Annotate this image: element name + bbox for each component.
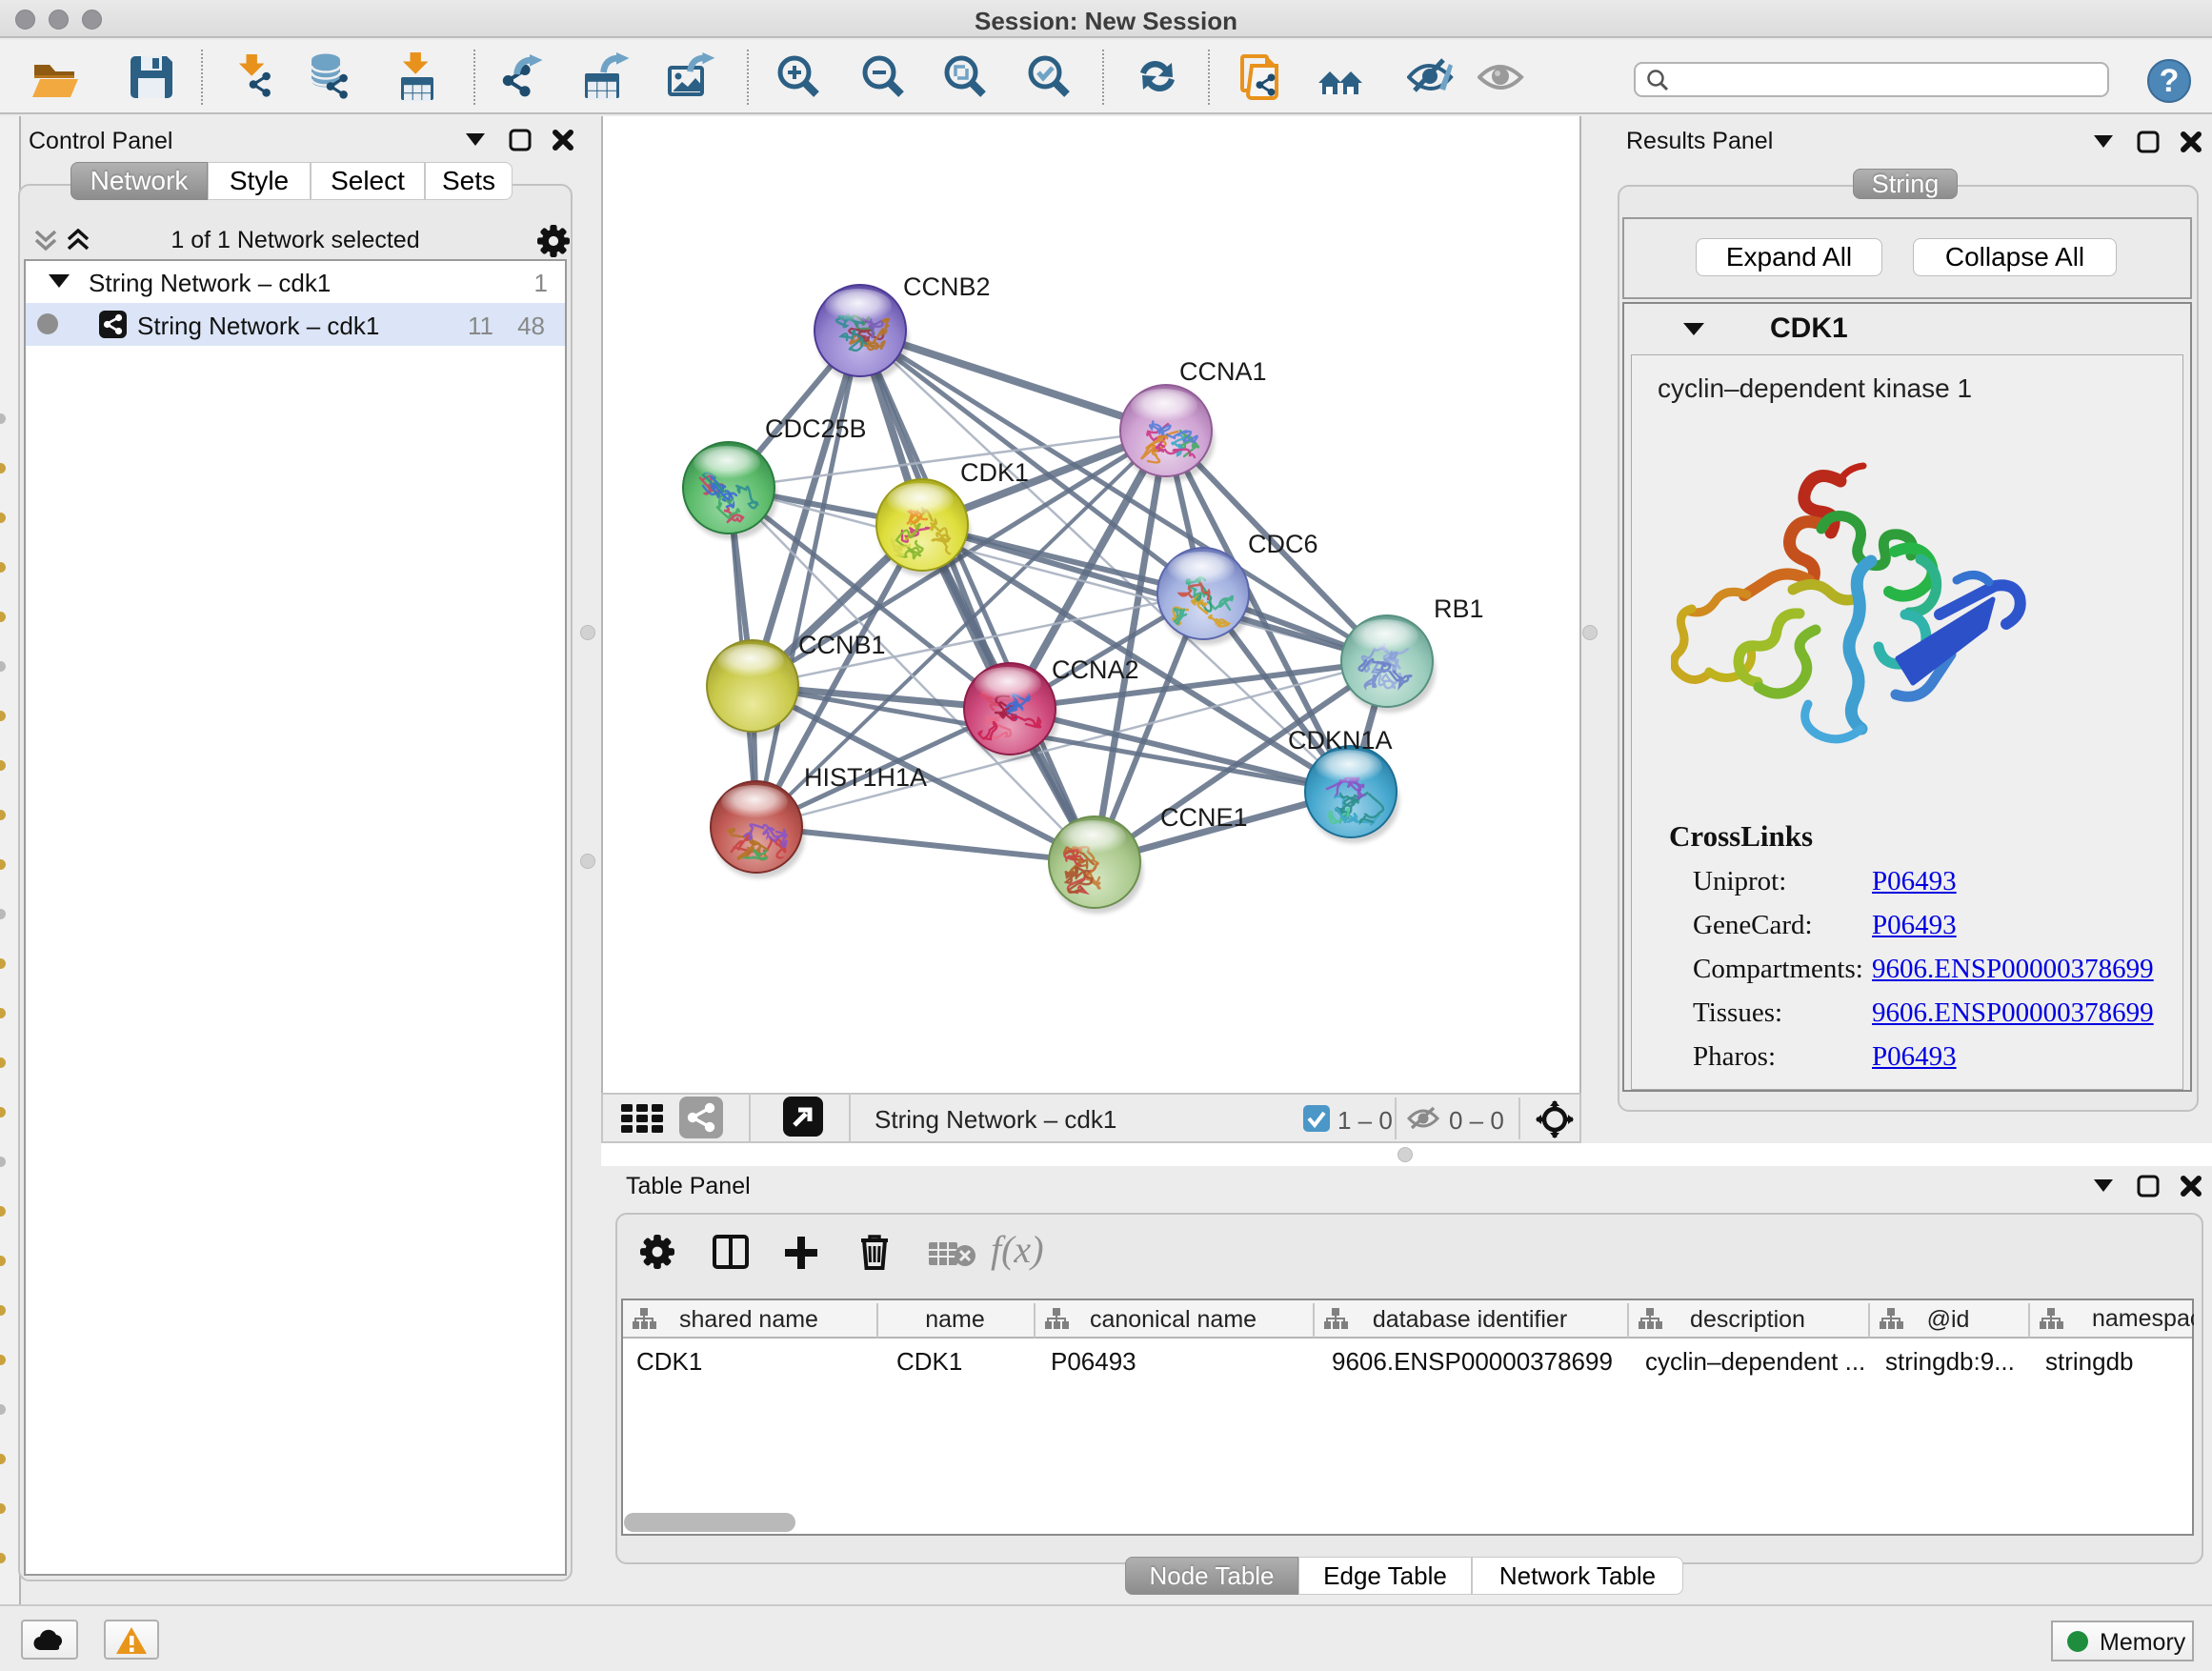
svg-text:CDK1: CDK1 <box>960 458 1029 487</box>
svg-text:CDC6: CDC6 <box>1248 530 1318 558</box>
svg-text:CCNA1: CCNA1 <box>1179 357 1267 386</box>
svg-text:CCNE1: CCNE1 <box>1160 803 1248 832</box>
svg-text:CDC25B: CDC25B <box>765 414 867 443</box>
svg-text:CCNB1: CCNB1 <box>798 631 886 659</box>
svg-text:HIST1H1A: HIST1H1A <box>804 763 927 792</box>
svg-text:CDKN1A: CDKN1A <box>1288 726 1393 755</box>
svg-text:RB1: RB1 <box>1434 594 1484 623</box>
svg-text:CCNB2: CCNB2 <box>903 272 991 301</box>
svg-text:CCNA2: CCNA2 <box>1052 655 1139 684</box>
